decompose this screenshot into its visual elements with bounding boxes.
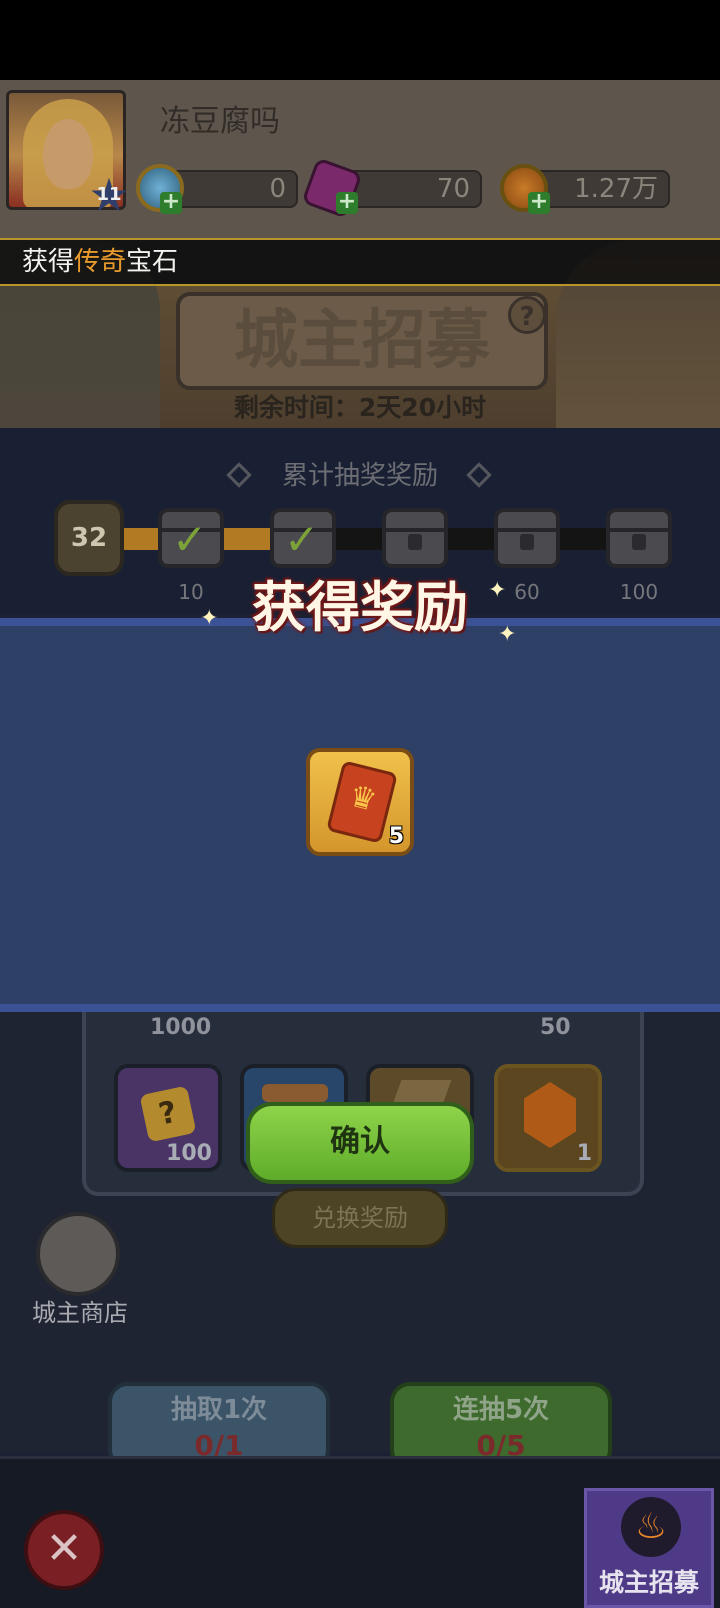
puzzle-piece-icon: ?	[139, 1085, 197, 1143]
confirm-button[interactable]: 确认	[246, 1102, 474, 1184]
sparkle-icon: ✦	[498, 622, 517, 647]
banner-title: 城主招募	[234, 304, 490, 378]
lock-icon	[408, 534, 422, 550]
milestone-chest-4[interactable]	[494, 508, 560, 568]
slot-quantity: 1	[576, 1141, 592, 1166]
exchange-slot-gem[interactable]: 1	[494, 1064, 602, 1172]
recruit-ticket-icon: ♛	[326, 760, 398, 844]
add-gold-button[interactable]: +	[528, 191, 550, 214]
remaining-time: 剩余时间：2天20小时	[233, 393, 487, 422]
lock-icon	[632, 534, 646, 550]
tab-city-lord-recruit[interactable]: ♨ 城主招募	[584, 1488, 714, 1608]
sparkle-icon: ✦	[488, 578, 507, 603]
slot-top-qty-2: 50	[540, 1015, 571, 1040]
city-lord-store-avatar[interactable]	[36, 1212, 120, 1296]
city-lord-store-label: 城主商店	[32, 1299, 128, 1327]
help-icon[interactable]: ?	[508, 296, 546, 334]
milestone-chest-5[interactable]	[606, 508, 672, 568]
reward-modal-title: 获得奖励	[252, 576, 468, 639]
reward-item[interactable]: ♛ 5	[306, 748, 414, 856]
milestone-chest-2[interactable]: ✓	[270, 508, 336, 568]
milestone-chest-1[interactable]: ✓	[158, 508, 224, 568]
exchange-reward-button[interactable]: 兑换奖励	[272, 1188, 448, 1248]
draw-five-label: 连抽5次	[452, 1395, 550, 1425]
add-gem-button[interactable]: +	[160, 191, 182, 214]
draw-once-label: 抽取1次	[170, 1395, 268, 1425]
reward-quantity: 5	[388, 824, 404, 849]
resource-bar-gold: 1.27万	[530, 170, 670, 208]
scroll-icon	[262, 1084, 328, 1102]
slot-quantity: 100	[166, 1141, 212, 1166]
notice-prefix: 获得	[22, 247, 75, 277]
resource-bar-gem: 0	[166, 170, 298, 208]
lock-icon	[520, 534, 534, 550]
exchange-slot-puzzle[interactable]: ? 100	[114, 1064, 222, 1172]
milestone-label-5: 100	[619, 580, 659, 604]
notice-text: 获得传奇宝石	[22, 240, 178, 284]
check-icon: ✓	[284, 515, 320, 564]
sparkle-icon: ✦	[200, 606, 219, 631]
milestone-chest-3[interactable]	[382, 508, 448, 568]
player-level: 11	[96, 184, 122, 205]
milestone-label-1: 10	[178, 580, 204, 604]
check-icon: ✓	[172, 515, 208, 564]
cumulative-title: 累计抽奖奖励	[281, 461, 438, 491]
notice-highlight: 传奇	[74, 247, 127, 277]
player-name: 冻豆腐吗	[160, 104, 280, 139]
slot-top-qty-1: 1000	[150, 1015, 212, 1040]
flame-cauldron-icon: ♨	[621, 1497, 681, 1557]
close-button[interactable]: ✕	[24, 1510, 104, 1590]
add-crystal-button[interactable]: +	[336, 191, 358, 214]
status-bar	[0, 0, 720, 80]
orange-gem-icon	[524, 1082, 576, 1148]
draw-count-badge: 32	[54, 500, 124, 576]
notice-suffix: 宝石	[126, 247, 179, 277]
tab-label: 城主招募	[598, 1568, 699, 1597]
close-icon: ✕	[45, 1523, 83, 1574]
